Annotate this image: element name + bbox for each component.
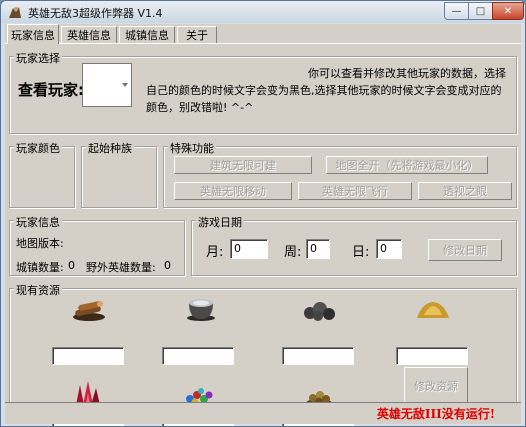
close-button[interactable]: ✕ — [492, 2, 524, 20]
tab-player-info[interactable]: 玩家信息 — [7, 24, 59, 44]
game-date-label: 游戏日期 — [196, 214, 244, 230]
wood-icon — [73, 301, 105, 321]
tab-about[interactable]: 关于 — [177, 26, 217, 43]
sulfur-icon — [417, 302, 449, 318]
map-version-label: 地图版本: — [16, 237, 64, 250]
player-select-label: 玩家选择 — [14, 50, 62, 66]
minimize-button[interactable]: — — [444, 2, 469, 20]
tab-town-info[interactable]: 城镇信息 — [119, 26, 175, 43]
wood-input[interactable] — [52, 347, 124, 365]
month-value: 0 — [234, 242, 241, 255]
special-functions-label: 特殊功能 — [168, 140, 216, 156]
player-color-group: 玩家颜色 — [9, 140, 75, 208]
status-text: 英雄无敌III没有运行! — [376, 407, 495, 421]
tab-hero-info[interactable]: 英雄信息 — [61, 26, 117, 43]
sulfur-input[interactable] — [396, 347, 468, 365]
special-functions-group: 特殊功能 建筑无限可建 地图全开（先将游戏最小化） 英雄无限移动 英雄无限飞行 … — [163, 140, 517, 208]
hint-line-3: 颜色，别改错啦! ^-^ — [146, 101, 254, 114]
close-icon: ✕ — [503, 5, 513, 17]
day-value: 0 — [380, 242, 387, 255]
modify-resources-button[interactable]: 修改资源 — [404, 367, 468, 405]
mercury-input[interactable] — [162, 347, 234, 365]
wild-heroes-label: 野外英雄数量: — [86, 261, 156, 274]
maximize-button[interactable]: □ — [468, 2, 493, 20]
title-bar[interactable]: 英雄无敌3超级作弊器 V1.4 — □ ✕ — [1, 1, 525, 23]
game-date-group: 游戏日期 月: 0 周: 0 日: 0 修改日期 — [191, 214, 517, 276]
week-label: 周: — [284, 245, 302, 260]
month-input[interactable]: 0 — [230, 239, 268, 259]
wild-heroes-value: 0 — [164, 259, 171, 272]
resources-group: 现有资源 修改资源 — [9, 282, 517, 426]
player-select-dropdown[interactable] — [82, 63, 132, 107]
player-info-group: 玩家信息 地图版本: 城镇数量: 0 野外英雄数量: 0 — [9, 214, 185, 276]
unlimited-fly-button[interactable]: 英雄无限飞行 — [298, 182, 412, 200]
player-info-label: 玩家信息 — [14, 214, 62, 230]
mercury-icon — [187, 299, 215, 321]
resources-label: 现有资源 — [14, 282, 62, 298]
unlimited-move-button[interactable]: 英雄无限移动 — [174, 182, 292, 200]
day-input[interactable]: 0 — [376, 239, 402, 259]
day-label: 日: — [352, 245, 370, 260]
tab-strip: 玩家信息 英雄信息 城镇信息 关于 — [5, 24, 521, 44]
week-input[interactable]: 0 — [306, 239, 330, 259]
town-count-value: 0 — [68, 259, 75, 272]
month-label: 月: — [206, 245, 224, 260]
hint-line-2: 自己的颜色的时候文字会变为黑色,选择其他玩家的时候文字会变成对应的 — [146, 84, 502, 97]
player-color-label: 玩家颜色 — [14, 140, 62, 156]
view-player-prompt: 查看玩家: — [18, 81, 84, 99]
player-select-group: 玩家选择 查看玩家: 你可以查看并修改其他玩家的数据，选择 自己的颜色的时候文字… — [9, 50, 517, 134]
ore-input[interactable] — [282, 347, 354, 365]
maximize-icon: □ — [475, 5, 486, 17]
modify-date-button[interactable]: 修改日期 — [428, 239, 502, 261]
town-count-label: 城镇数量: — [16, 261, 64, 274]
map-reveal-button[interactable]: 地图全开（先将游戏最小化） — [326, 156, 488, 174]
app-icon — [9, 7, 21, 18]
xray-eye-button[interactable]: 透视之眼 — [418, 182, 512, 200]
ore-icon — [304, 302, 335, 321]
week-value: 0 — [310, 242, 317, 255]
app-window: 英雄无敌3超级作弊器 V1.4 — □ ✕ 玩家信息 英雄信息 城镇信息 关于 … — [0, 0, 526, 427]
minimize-icon: — — [451, 5, 462, 17]
client-area: 玩家信息 英雄信息 城镇信息 关于 玩家选择 查看玩家: 你可以查看并修改其他玩… — [5, 24, 521, 426]
player-info-panel: 玩家选择 查看玩家: 你可以查看并修改其他玩家的数据，选择 自己的颜色的时候文字… — [5, 43, 521, 426]
chevron-down-icon — [122, 83, 128, 87]
hint-line-1: 你可以查看并修改其他玩家的数据，选择 — [308, 67, 506, 80]
window-title: 英雄无敌3超级作弊器 V1.4 — [28, 7, 163, 20]
status-bar: 英雄无敌III没有运行! — [5, 402, 521, 424]
start-race-group: 起始种族 — [81, 140, 157, 208]
unlimited-build-button[interactable]: 建筑无限可建 — [174, 156, 312, 174]
start-race-label: 起始种族 — [86, 140, 134, 156]
